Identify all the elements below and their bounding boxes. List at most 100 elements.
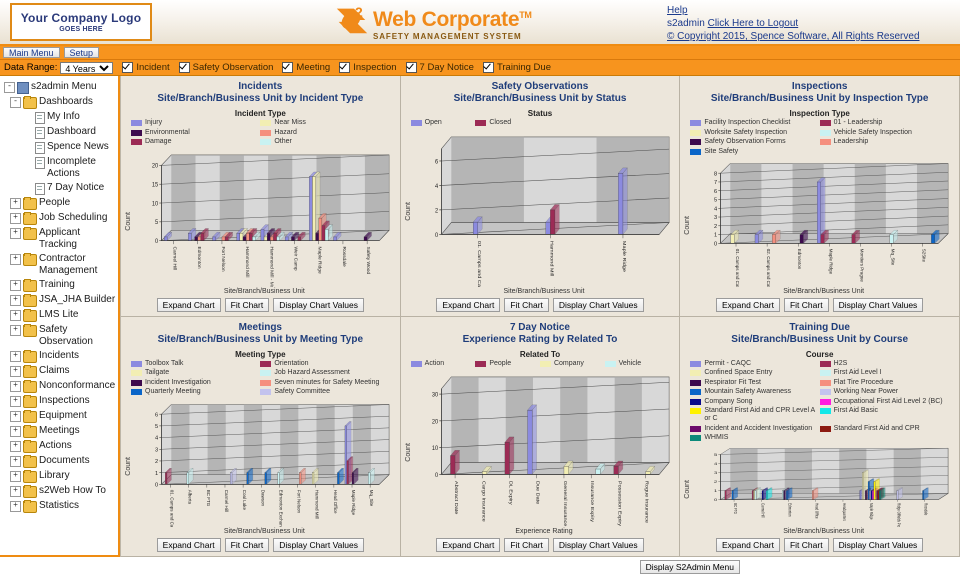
- sidebar-item-claims[interactable]: + Claims: [4, 364, 116, 379]
- checkbox-icon[interactable]: [405, 62, 417, 73]
- filter-incident[interactable]: Incident: [122, 62, 170, 73]
- app-body: - s2admin Menu - Dashboards My Info Dashboard…: [0, 76, 960, 557]
- expand-chart-button[interactable]: Expand Chart: [436, 538, 501, 552]
- sidebar-item-contractor-management[interactable]: + Contractor Management: [4, 252, 116, 278]
- sidebar-item-equipment[interactable]: + Equipment: [4, 409, 116, 424]
- sidebar-item-incomplete-actions[interactable]: Incomplete Actions: [4, 155, 116, 181]
- sidebar-item-applicant-tracking[interactable]: + Applicant Tracking: [4, 226, 116, 252]
- chart-plot[interactable]: 0 10 20 30 Abstract Date Cargo Insurance DL Ex…: [413, 369, 676, 527]
- legend-label: Incident Investigation: [145, 378, 211, 386]
- expand-icon[interactable]: +: [10, 351, 21, 362]
- sidebar-item-inspections[interactable]: + Inspections: [4, 394, 116, 409]
- sidebar-item-s2web-how-to[interactable]: + s2Web How To: [4, 484, 116, 499]
- expand-icon[interactable]: +: [10, 396, 21, 407]
- expand-icon[interactable]: +: [10, 325, 21, 336]
- checkbox-icon[interactable]: [178, 62, 190, 73]
- tab-setup[interactable]: Setup: [63, 47, 100, 58]
- sidebar-item-incidents[interactable]: + Incidents: [4, 349, 116, 364]
- expand-icon[interactable]: +: [10, 254, 21, 265]
- fit-chart-button[interactable]: Fit Chart: [504, 297, 549, 312]
- filter-inspection[interactable]: Inspection: [339, 62, 397, 73]
- fit-chart-button[interactable]: Fit Chart: [224, 297, 270, 312]
- expand-icon[interactable]: +: [10, 295, 21, 306]
- sidebar-item-spence-news[interactable]: Spence News: [4, 140, 116, 155]
- sidebar-item-jsa-jha-builder[interactable]: + JSA_JHA Builder: [4, 293, 116, 308]
- tab-main-menu[interactable]: Main Menu: [3, 47, 60, 58]
- fit-chart-button[interactable]: Fit Chart: [504, 538, 549, 552]
- expand-icon[interactable]: +: [10, 471, 21, 482]
- filter-label: Incident: [136, 62, 170, 73]
- copyright-link[interactable]: © Copyright 2015, Spence Software, All R…: [667, 31, 920, 42]
- sidebar-item-documents[interactable]: + Documents: [4, 454, 116, 469]
- checkbox-icon[interactable]: [282, 62, 294, 73]
- display-chart-values-button[interactable]: Display Chart Values: [273, 297, 364, 312]
- expand-chart-button[interactable]: Expand Chart: [715, 538, 780, 552]
- sidebar-item-dashboards[interactable]: - Dashboards: [4, 95, 116, 110]
- expand-icon[interactable]: +: [10, 228, 21, 239]
- sidebar-item-library[interactable]: + Library: [4, 469, 116, 484]
- expand-chart-button[interactable]: Expand Chart: [156, 538, 221, 552]
- expand-icon[interactable]: +: [10, 501, 21, 512]
- sidebar-item-statistics[interactable]: + Statistics: [4, 499, 116, 514]
- sidebar-item-people[interactable]: + People: [4, 196, 116, 211]
- sidebar-item-training[interactable]: + Training: [4, 278, 116, 293]
- chart-legend-title: Status: [527, 109, 553, 118]
- date-range-select[interactable]: 4 Years: [60, 61, 114, 74]
- expand-icon[interactable]: +: [10, 381, 21, 392]
- display-chart-values-button[interactable]: Display Chart Values: [273, 538, 364, 552]
- sidebar-item-nonconformance[interactable]: + Nonconformance: [4, 379, 116, 394]
- chart-plot[interactable]: 0 1 2 3 4 5 BC FTG Carmel Hill Edmonton Head Offi…: [692, 444, 955, 527]
- display-s2admin-menu-button[interactable]: Display S2Admin Menu: [639, 560, 740, 574]
- expand-icon[interactable]: +: [10, 456, 21, 467]
- expand-icon[interactable]: +: [10, 213, 21, 224]
- sidebar-item-lms-lite[interactable]: + LMS Lite: [4, 308, 116, 323]
- logout-link[interactable]: Click Here to Logout: [708, 18, 799, 29]
- expand-icon[interactable]: +: [10, 486, 21, 497]
- expand-icon[interactable]: +: [10, 441, 21, 452]
- help-link[interactable]: Help: [667, 5, 688, 16]
- sidebar-item-dashboard[interactable]: Dashboard: [4, 125, 116, 140]
- svg-text:Ridge Oilfields Projects: Ridge Oilfields Projects: [897, 503, 902, 527]
- display-chart-values-button[interactable]: Display Chart Values: [832, 538, 924, 552]
- checkbox-icon[interactable]: [122, 62, 134, 73]
- expand-chart-button[interactable]: Expand Chart: [156, 297, 221, 312]
- filter-7-day-notice[interactable]: 7 Day Notice: [405, 62, 474, 73]
- checkbox-icon[interactable]: [339, 62, 351, 73]
- chart-plot[interactable]: 0 2 4 6 01. Camps and Catering Hammond Mill Ma…: [413, 129, 676, 287]
- checkbox-icon[interactable]: [482, 62, 494, 73]
- collapse-icon[interactable]: -: [4, 82, 15, 93]
- filter-training-due[interactable]: Training Due: [482, 62, 551, 73]
- expand-icon[interactable]: +: [10, 366, 21, 377]
- expand-icon[interactable]: +: [10, 280, 21, 291]
- display-chart-values-button[interactable]: Display Chart Values: [552, 297, 644, 312]
- expand-icon[interactable]: +: [10, 426, 21, 437]
- sidebar-item-job-scheduling[interactable]: + Job Scheduling: [4, 211, 116, 226]
- chart-plot[interactable]: 0 1 2 3 4 5 6 7 8 01. Camps and Catering 02. Camps…: [692, 157, 955, 287]
- sidebar-item-actions[interactable]: + Actions: [4, 439, 116, 454]
- sidebar-item-meetings[interactable]: + Meetings: [4, 424, 116, 439]
- svg-text:2: 2: [155, 459, 158, 465]
- fit-chart-button[interactable]: Fit Chart: [224, 538, 270, 552]
- chart-plot[interactable]: 0 1 2 3 4 5 6 01. Camps and Catering - US Albert…: [133, 398, 396, 527]
- expand-chart-button[interactable]: Expand Chart: [715, 297, 780, 312]
- expand-chart-button[interactable]: Expand Chart: [436, 297, 501, 312]
- legend-label: Vehicle Safety Inspection: [833, 128, 912, 136]
- collapse-icon[interactable]: -: [10, 97, 21, 108]
- chart-plot[interactable]: 0 5 10 15 20 Carmel Hill Edmonton Fort Nelson Ha…: [133, 148, 396, 287]
- expand-icon[interactable]: +: [10, 198, 21, 209]
- expand-icon[interactable]: +: [10, 310, 21, 321]
- fit-chart-button[interactable]: Fit Chart: [783, 538, 829, 552]
- sidebar-item-s2admin-menu[interactable]: - s2admin Menu: [4, 80, 116, 95]
- filter-safety-observation[interactable]: Safety Observation: [178, 62, 273, 73]
- sidebar-item-7-day-notice[interactable]: 7 Day Notice: [4, 181, 116, 196]
- fit-chart-button[interactable]: Fit Chart: [783, 297, 829, 312]
- display-chart-values-button[interactable]: Display Chart Values: [552, 538, 644, 552]
- filter-meeting[interactable]: Meeting: [282, 62, 330, 73]
- svg-text:Due Date: Due Date: [535, 481, 540, 505]
- display-chart-values-button[interactable]: Display Chart Values: [832, 297, 924, 312]
- sidebar-item-my-info[interactable]: My Info: [4, 110, 116, 125]
- expand-icon[interactable]: +: [10, 411, 21, 422]
- sidebar-item-safety-observation[interactable]: + Safety Observation: [4, 323, 116, 349]
- filter-label: Meeting: [296, 62, 331, 73]
